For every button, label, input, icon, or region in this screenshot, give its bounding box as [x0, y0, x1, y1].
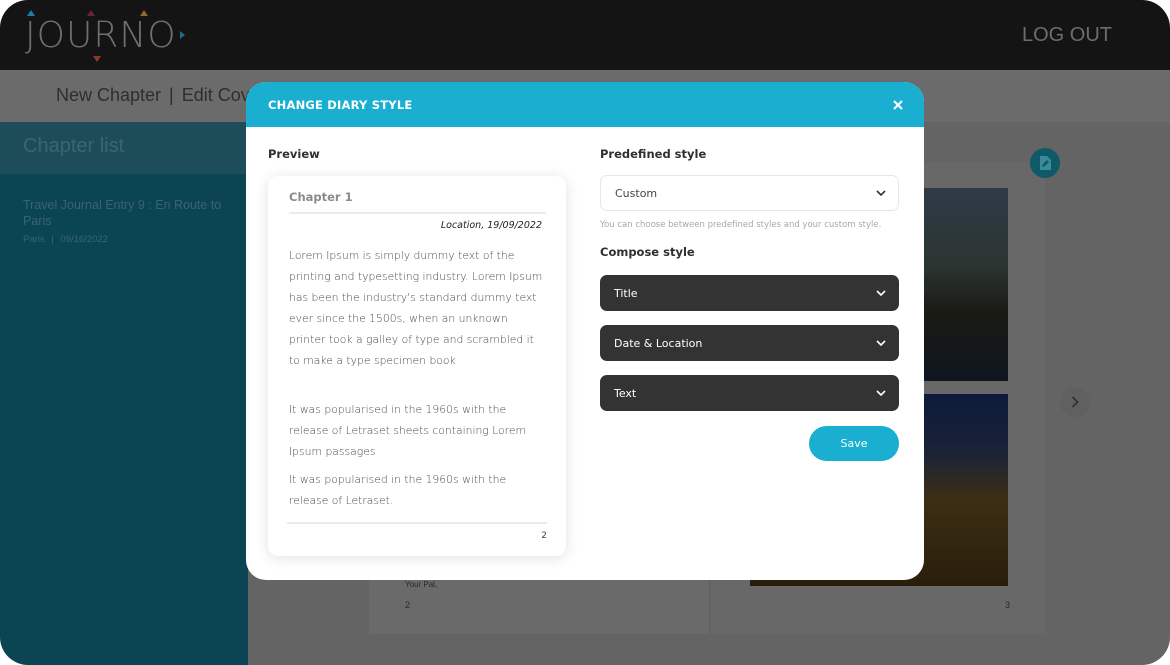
- chapter-list-item[interactable]: Travel Journal Entry 9 : En Route to Par…: [0, 174, 248, 245]
- compose-style-label: Compose style: [600, 245, 695, 259]
- preview-card: Chapter 1 Location, 19/09/2022 Lorem Ips…: [268, 176, 566, 556]
- compose-section-label: Text: [614, 386, 637, 400]
- chapter-date: 09/16/2022: [60, 234, 108, 245]
- chevron-down-icon: [876, 190, 886, 196]
- preview-page-number: 2: [287, 522, 547, 541]
- chapter-list-title: Chapter list: [0, 122, 248, 174]
- modal-title: CHANGE DIARY STYLE: [268, 97, 413, 112]
- edit-document-icon: [1040, 156, 1051, 170]
- chevron-down-icon: [876, 290, 886, 296]
- app-window: J O U R N O LOG OUT New Chapter | Edit Cov…: [0, 0, 1170, 665]
- logo-letter-text: N: [119, 14, 148, 56]
- logo-letter: O: [147, 15, 176, 56]
- compose-section-label: Date & Location: [614, 336, 703, 350]
- logo-letter-text: U: [65, 14, 94, 56]
- logo-letter: U: [65, 9, 95, 56]
- predefined-style-hint: You can choose between predefined styles…: [600, 220, 882, 230]
- chapter-meta: Paris | 09/16/2022: [23, 234, 225, 245]
- new-chapter-link[interactable]: New Chapter: [56, 85, 161, 105]
- left-page-number: 2: [405, 600, 411, 610]
- logo-letter-text: R: [93, 14, 120, 56]
- logo-letter: O: [37, 15, 66, 56]
- preview-paragraph: It was popularised in the 1960s with the…: [289, 403, 526, 458]
- logo-letter: N: [119, 9, 149, 56]
- logo-letter: J: [25, 9, 37, 56]
- predefined-style-value: Custom: [615, 186, 658, 200]
- chapter-location: Paris: [23, 234, 45, 245]
- chevron-down-icon: [876, 340, 886, 346]
- edit-page-button[interactable]: [1030, 148, 1060, 178]
- close-button[interactable]: [890, 97, 906, 113]
- chevron-down-icon: [876, 390, 886, 396]
- change-diary-style-modal: CHANGE DIARY STYLE Preview Chapter 1 Loc…: [246, 82, 924, 580]
- logout-button[interactable]: LOG OUT: [1022, 24, 1112, 47]
- save-row: Save: [600, 426, 899, 461]
- preview-paragraph: It was popularised in the 1960s with the…: [289, 473, 507, 507]
- journo-logo[interactable]: J O U R N O: [25, 9, 185, 62]
- logo-arrow-up-icon: [26, 9, 35, 16]
- meta-separator: |: [51, 234, 54, 245]
- chapter-title: Travel Journal Entry 9 : En Route to Par…: [23, 198, 222, 228]
- preview-chapter-title: Chapter 1: [289, 176, 546, 214]
- predefined-style-label: Predefined style: [600, 147, 707, 161]
- logo-arrow-down-icon: [93, 55, 102, 62]
- nav-links: New Chapter | Edit Cover: [56, 85, 266, 106]
- compose-date-location-dropdown[interactable]: Date & Location: [600, 325, 899, 361]
- signature-text: Your Pal,: [405, 580, 438, 589]
- preview-label: Preview: [268, 147, 320, 161]
- next-page-button[interactable]: [1060, 387, 1090, 417]
- preview-location-date: Location, 19/09/2022: [440, 220, 542, 231]
- nav-separator: |: [169, 85, 174, 105]
- compose-text-dropdown[interactable]: Text: [600, 375, 899, 411]
- logo-arrow-right-icon: [179, 31, 185, 39]
- modal-header: CHANGE DIARY STYLE: [246, 82, 924, 127]
- chapter-sidebar: Chapter list Travel Journal Entry 9 : En…: [0, 122, 248, 665]
- logo-letter: R: [93, 14, 120, 62]
- logo-letter-text: O: [147, 14, 177, 56]
- preview-paragraph: Lorem Ipsum is simply dummy text of the …: [289, 249, 543, 367]
- save-button[interactable]: Save: [809, 426, 899, 461]
- compose-title-dropdown[interactable]: Title: [600, 275, 899, 311]
- logo-letter-text: O: [36, 14, 66, 56]
- compose-section-label: Title: [614, 286, 638, 300]
- compose-sections: Title Date & Location Text: [600, 275, 899, 411]
- logo-letter-text: J: [25, 14, 37, 56]
- chevron-right-icon: [1071, 396, 1079, 408]
- right-page-number: 3: [1005, 600, 1011, 610]
- predefined-style-select[interactable]: Custom: [600, 175, 899, 211]
- top-bar: J O U R N O LOG OUT: [0, 0, 1170, 70]
- close-icon: [893, 99, 903, 110]
- style-settings: Predefined style Custom You can choose b…: [600, 147, 899, 461]
